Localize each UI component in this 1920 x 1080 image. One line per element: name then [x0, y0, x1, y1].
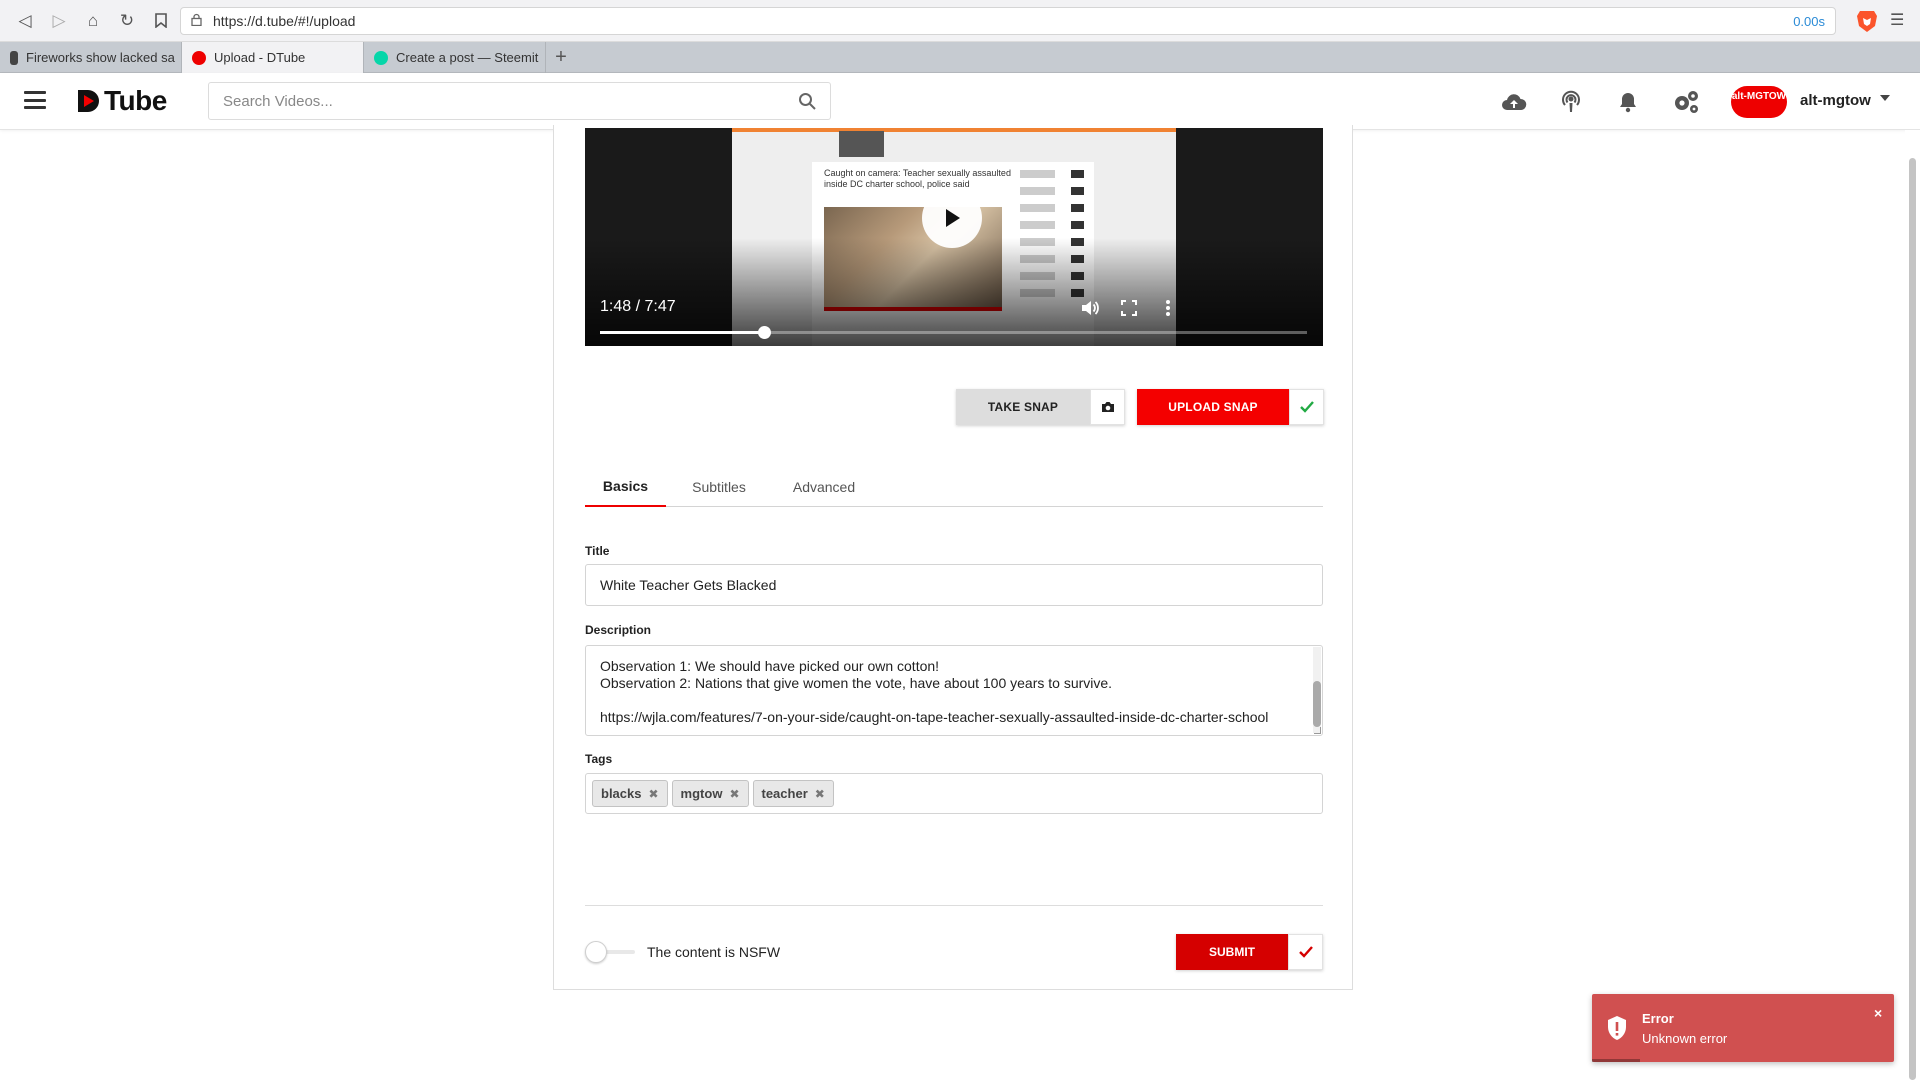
tab-subtitles[interactable]: Subtitles — [676, 467, 762, 507]
form-tabs: Basics Subtitles Advanced — [585, 467, 1323, 507]
description-line: Observation 1: We should have picked our… — [600, 658, 940, 674]
site-header: Tube alt-MGTOW alt-mgtow — [0, 73, 1920, 130]
reload-icon[interactable]: ↻ — [110, 6, 144, 36]
error-toast: Error Unknown error × — [1592, 994, 1894, 1062]
tab-strip: Fireworks show lacked sa Upload - DTube … — [0, 42, 1920, 73]
back-icon[interactable]: ◁ — [8, 6, 42, 36]
podcast-icon[interactable] — [1557, 88, 1585, 116]
dtube-play-logo-icon — [78, 90, 99, 112]
divider — [585, 905, 1323, 906]
upload-snap-label: UPLOAD SNAP — [1137, 389, 1289, 425]
home-icon[interactable]: ⌂ — [76, 6, 110, 36]
tags-input[interactable]: blacks ✖ mgtow ✖ teacher ✖ — [585, 773, 1323, 814]
cloud-upload-icon[interactable] — [1500, 88, 1528, 116]
video-player[interactable]: Caught on camera: Teacher sexually assau… — [585, 128, 1323, 346]
username[interactable]: alt-mgtow — [1800, 92, 1871, 109]
title-input[interactable]: White Teacher Gets Blacked — [585, 564, 1323, 606]
play-icon — [946, 209, 960, 227]
tab-title: Fireworks show lacked sa — [26, 50, 175, 65]
title-label: Title — [585, 544, 610, 558]
check-icon — [1288, 934, 1323, 970]
video-progress-bar[interactable] — [600, 326, 1307, 339]
bell-icon[interactable] — [1614, 88, 1642, 116]
browser-menu-icon[interactable]: ☰ — [1890, 10, 1904, 30]
toast-message: Unknown error — [1642, 1031, 1728, 1046]
search-bar — [208, 82, 831, 120]
description-textarea[interactable]: Observation 1: We should have picked our… — [585, 645, 1323, 736]
hamburger-menu-icon[interactable] — [24, 91, 46, 109]
new-tab-button[interactable]: + — [546, 42, 576, 72]
remove-tag-icon[interactable]: ✖ — [648, 787, 658, 801]
description-line: https://wjla.com/features/7-on-your-side… — [600, 709, 1269, 725]
tab-title: Create a post — Steemit — [396, 50, 539, 65]
upload-card: Caught on camera: Teacher sexually assau… — [553, 125, 1353, 990]
url-text: https://d.tube/#!/upload — [213, 13, 356, 29]
toast-title: Error — [1642, 1011, 1674, 1026]
volume-icon[interactable] — [1078, 296, 1102, 320]
more-options-icon[interactable] — [1156, 296, 1180, 320]
upload-snap-button[interactable]: UPLOAD SNAP — [1137, 389, 1324, 425]
tag-chip: mgtow ✖ — [671, 780, 749, 807]
camera-icon — [1090, 389, 1125, 425]
forward-icon[interactable]: ▷ — [42, 6, 76, 36]
nsfw-toggle[interactable] — [585, 941, 635, 963]
fullscreen-icon[interactable] — [1117, 296, 1141, 320]
close-icon[interactable]: × — [1874, 1005, 1882, 1021]
tag-text: teacher — [761, 786, 808, 801]
remove-tag-icon[interactable]: ✖ — [729, 787, 739, 801]
tag-text: blacks — [601, 786, 642, 801]
search-icon[interactable] — [798, 92, 816, 110]
shield-alert-icon — [1608, 1016, 1626, 1040]
bookmark-icon[interactable] — [144, 6, 178, 36]
search-input[interactable] — [223, 92, 798, 110]
gears-icon[interactable] — [1672, 88, 1700, 116]
video-time: 1:48 / 7:47 — [600, 298, 676, 315]
tag-chip: teacher ✖ — [752, 780, 834, 807]
tag-chip: blacks ✖ — [592, 780, 668, 807]
description-scrollbar[interactable] — [1313, 647, 1321, 733]
brave-lion-icon[interactable] — [1856, 9, 1878, 33]
progress-knob[interactable] — [757, 326, 771, 339]
toast-progress — [1592, 1059, 1640, 1062]
dtube-logo[interactable]: Tube — [76, 85, 167, 117]
submit-label: SUBMIT — [1176, 934, 1288, 970]
description-line — [600, 692, 1308, 709]
chevron-down-icon[interactable] — [1880, 95, 1890, 101]
tab-basics[interactable]: Basics — [585, 467, 666, 507]
document-favicon-icon — [10, 50, 18, 65]
tag-text: mgtow — [680, 786, 723, 801]
browser-tab-1[interactable]: Upload - DTube — [182, 42, 364, 73]
resize-handle[interactable] — [1314, 727, 1321, 734]
submit-button[interactable]: SUBMIT — [1176, 934, 1323, 970]
video-frame-headline: Caught on camera: Teacher sexually assau… — [824, 168, 1011, 189]
take-snap-label: TAKE SNAP — [956, 389, 1090, 425]
browser-tab-0[interactable]: Fireworks show lacked sa — [0, 42, 182, 73]
nsfw-label: The content is NSFW — [647, 944, 781, 960]
tab-advanced[interactable]: Advanced — [774, 467, 874, 507]
description-line: Observation 2: Nations that give women t… — [600, 675, 1113, 691]
lock-icon — [191, 13, 205, 29]
address-bar[interactable]: https://d.tube/#!/upload 0.00s — [180, 7, 1836, 35]
dtube-favicon-icon — [192, 50, 206, 65]
browser-toolbar: ◁ ▷ ⌂ ↻ https://d.tube/#!/upload 0.00s ☰ — [0, 0, 1920, 42]
logo-text: Tube — [104, 85, 167, 116]
remove-tag-icon[interactable]: ✖ — [815, 787, 825, 801]
avatar[interactable]: alt-MGTOW — [1731, 86, 1787, 118]
tab-title: Upload - DTube — [214, 50, 306, 65]
tags-label: Tags — [585, 752, 613, 766]
take-snap-button[interactable]: TAKE SNAP — [956, 389, 1125, 425]
play-button[interactable] — [922, 188, 982, 248]
description-label: Description — [585, 623, 652, 637]
steemit-favicon-icon — [374, 50, 388, 65]
page-scrollbar[interactable] — [1905, 130, 1920, 1080]
browser-tab-2[interactable]: Create a post — Steemit — [364, 42, 546, 73]
check-icon — [1289, 389, 1324, 425]
load-timer: 0.00s — [1793, 13, 1825, 29]
